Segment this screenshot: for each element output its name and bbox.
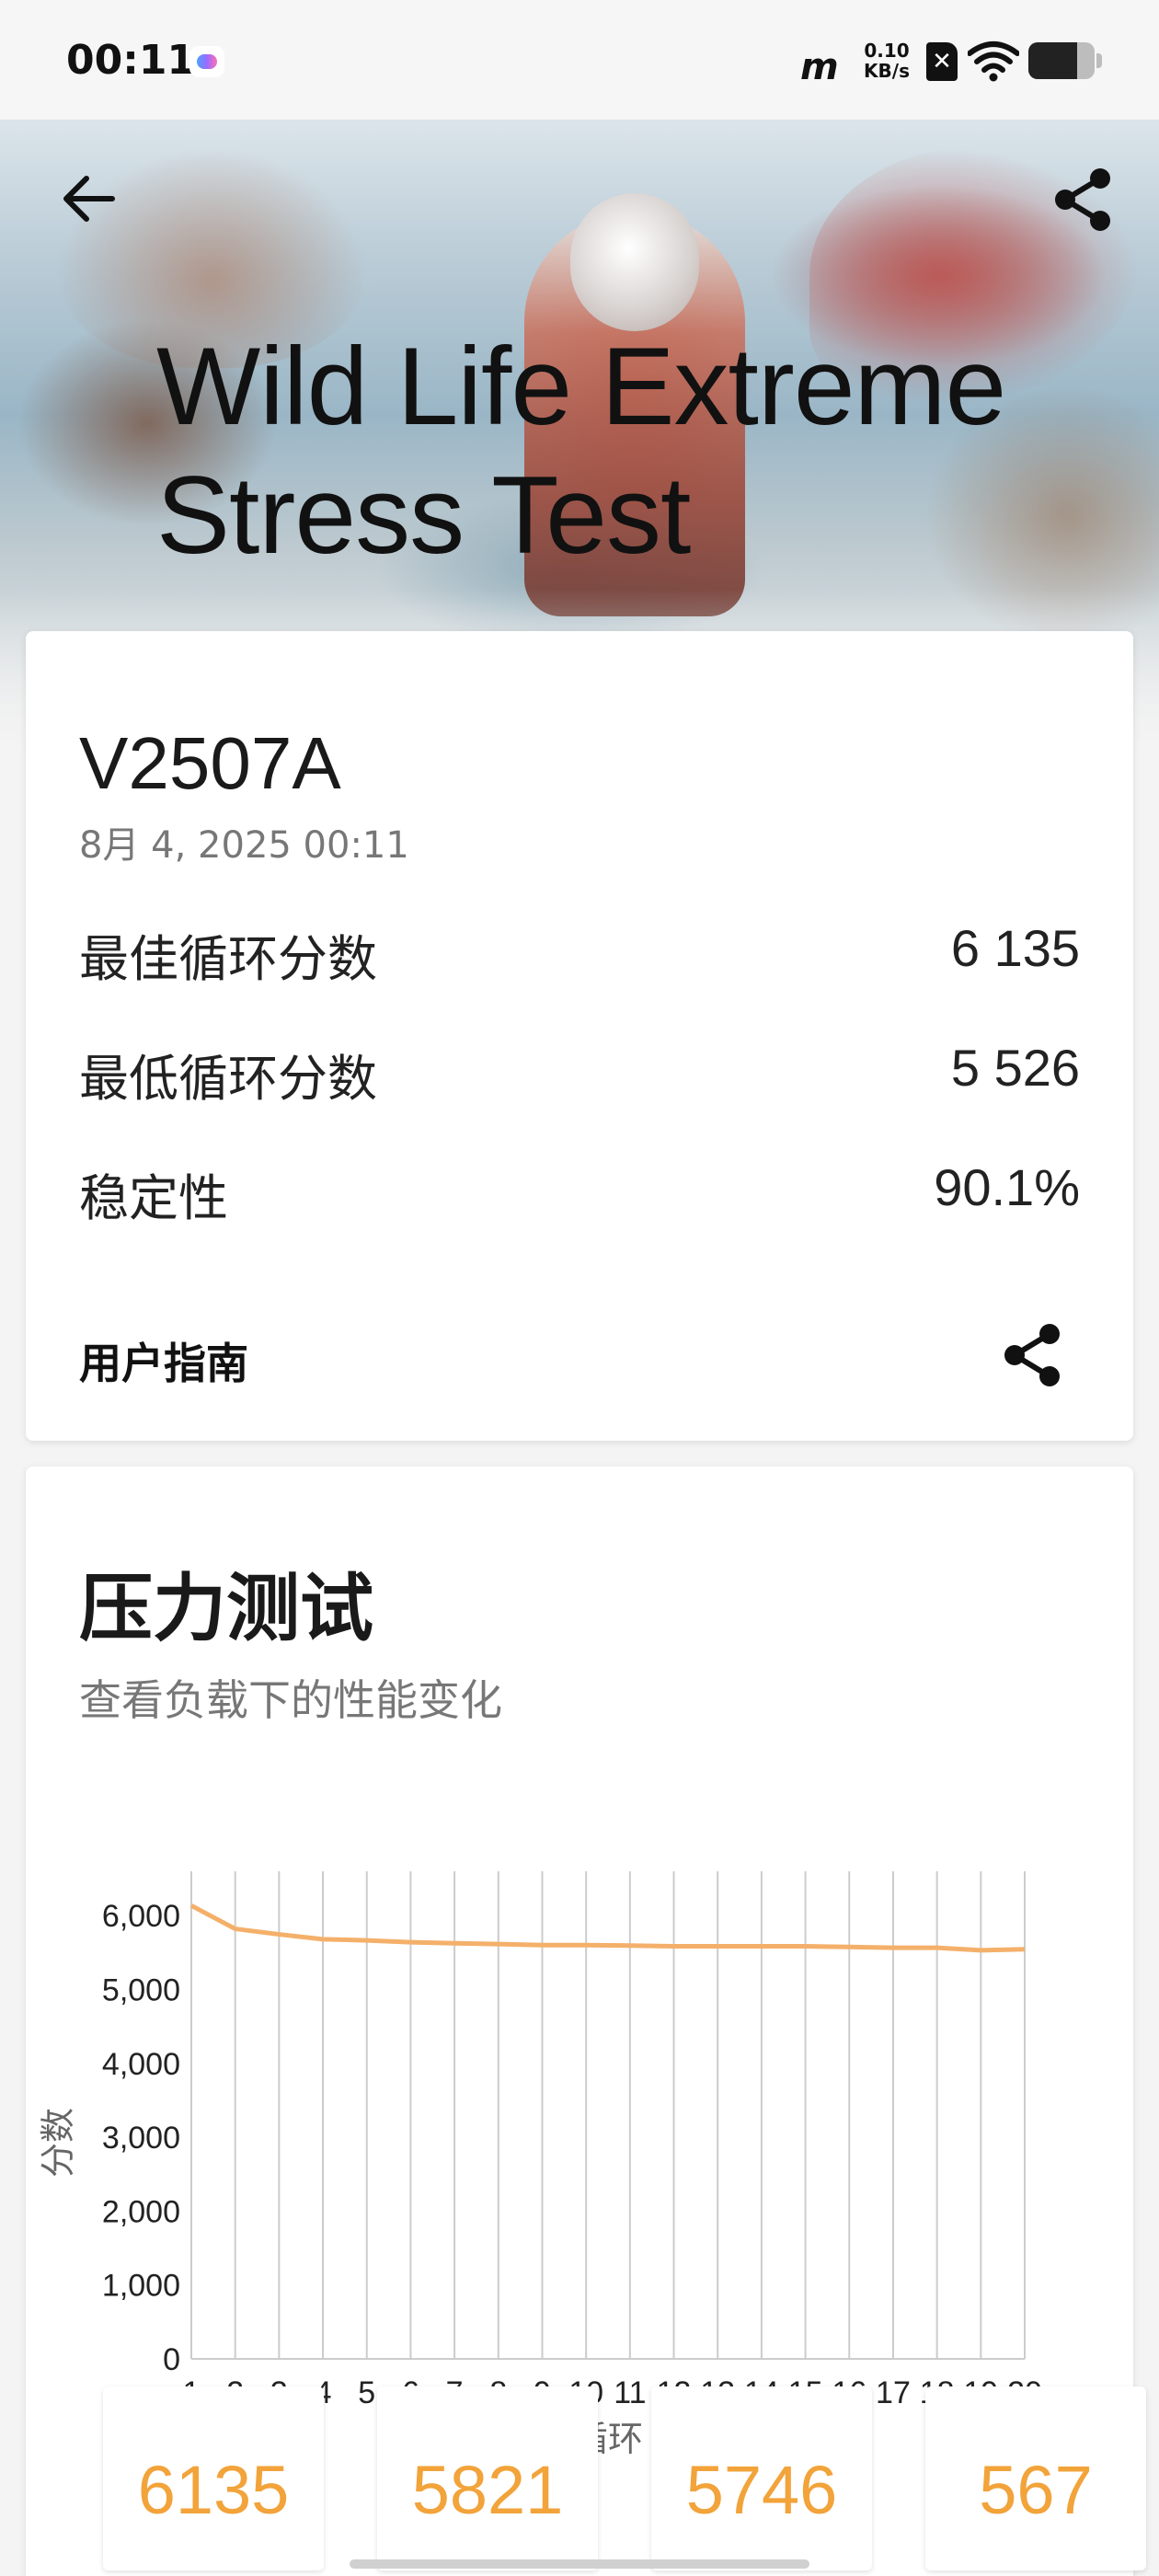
row-label: 最低循环分数 <box>79 1050 377 1108</box>
network-speed-unit: KB/s <box>864 60 910 82</box>
battery-level <box>1028 42 1078 79</box>
row-label: 最佳循环分数 <box>79 930 377 988</box>
best-loop-score-row: 最佳循环分数 6 135 <box>79 918 1080 992</box>
hero-art-helmet <box>570 193 699 331</box>
network-speed: 0.10 KB/s <box>859 40 914 81</box>
notification-app-icon <box>189 46 224 77</box>
loop-score-value: 567 <box>979 2452 1093 2528</box>
y-tick-label: 3,000 <box>102 2121 180 2156</box>
result-card: V2507A 8月 4, 2025 00:11 最佳循环分数 6 135 最低循… <box>26 631 1133 1441</box>
lowest-loop-score-row: 最低循环分数 5 526 <box>79 1038 1080 1111</box>
stress-subtitle: 查看负载下的性能变化 <box>79 1675 502 1725</box>
loop-score-value: 6135 <box>137 2452 290 2528</box>
y-tick-label: 5,000 <box>102 1972 180 2007</box>
battery-tip <box>1096 53 1102 68</box>
y-tick-label: 0 <box>163 2342 180 2377</box>
stability-row: 稳定性 90.1% <box>79 1157 1080 1231</box>
network-logo-icon: m <box>800 46 839 88</box>
y-tick-label: 2,000 <box>102 2194 180 2229</box>
loop-score-tile[interactable]: 5746 <box>651 2386 872 2570</box>
row-value: 6 135 <box>950 919 1080 977</box>
loop-score-value: 5821 <box>411 2452 564 2528</box>
stress-title: 压力测试 <box>79 1566 373 1651</box>
loop-score-tile[interactable]: 6135 <box>103 2386 324 2570</box>
y-tick-label: 1,000 <box>102 2269 180 2304</box>
row-value: 5 526 <box>950 1039 1080 1097</box>
share-icon[interactable] <box>999 1321 1065 1389</box>
row-label: 稳定性 <box>79 1169 228 1227</box>
status-bar: 00:11 m 0.10 KB/s ✕ <box>0 0 1159 120</box>
wifi-icon <box>968 41 1019 82</box>
y-axis-label: 分数 <box>38 2108 78 2178</box>
no-sim-icon: ✕ <box>926 42 958 81</box>
y-tick-label: 4,000 <box>102 2047 180 2082</box>
stress-line-chart: 01,0002,0003,0004,0005,0006,000123456789… <box>38 1871 1042 2459</box>
battery-icon <box>1028 42 1095 79</box>
status-time: 00:11 <box>66 37 196 84</box>
series-line <box>189 1903 1026 1953</box>
device-name: V2507A <box>79 722 341 804</box>
page-title: Wild Life Extreme Stress Test <box>156 325 1006 577</box>
loop-score-value: 5746 <box>685 2452 838 2528</box>
share-icon[interactable] <box>1050 166 1115 234</box>
stress-test-card: 压力测试 查看负载下的性能变化 0 1,000 2,000 3,000 4,000 5,0… <box>26 1466 1146 2576</box>
home-indicator[interactable] <box>350 2559 809 2569</box>
network-speed-value: 0.10 <box>864 40 910 62</box>
loop-score-tile[interactable]: 5821 <box>377 2386 598 2570</box>
loop-score-tiles: 6135 5821 5746 567 <box>103 2386 1146 2576</box>
user-guide-link[interactable]: 用户指南 <box>79 1330 248 1391</box>
arrow-left-icon[interactable] <box>59 169 118 228</box>
row-value: 90.1% <box>934 1158 1080 1216</box>
y-tick-label: 6,000 <box>102 1899 180 1934</box>
loop-score-tile[interactable]: 567 <box>925 2386 1146 2570</box>
test-date: 8月 4, 2025 00:11 <box>79 824 409 867</box>
